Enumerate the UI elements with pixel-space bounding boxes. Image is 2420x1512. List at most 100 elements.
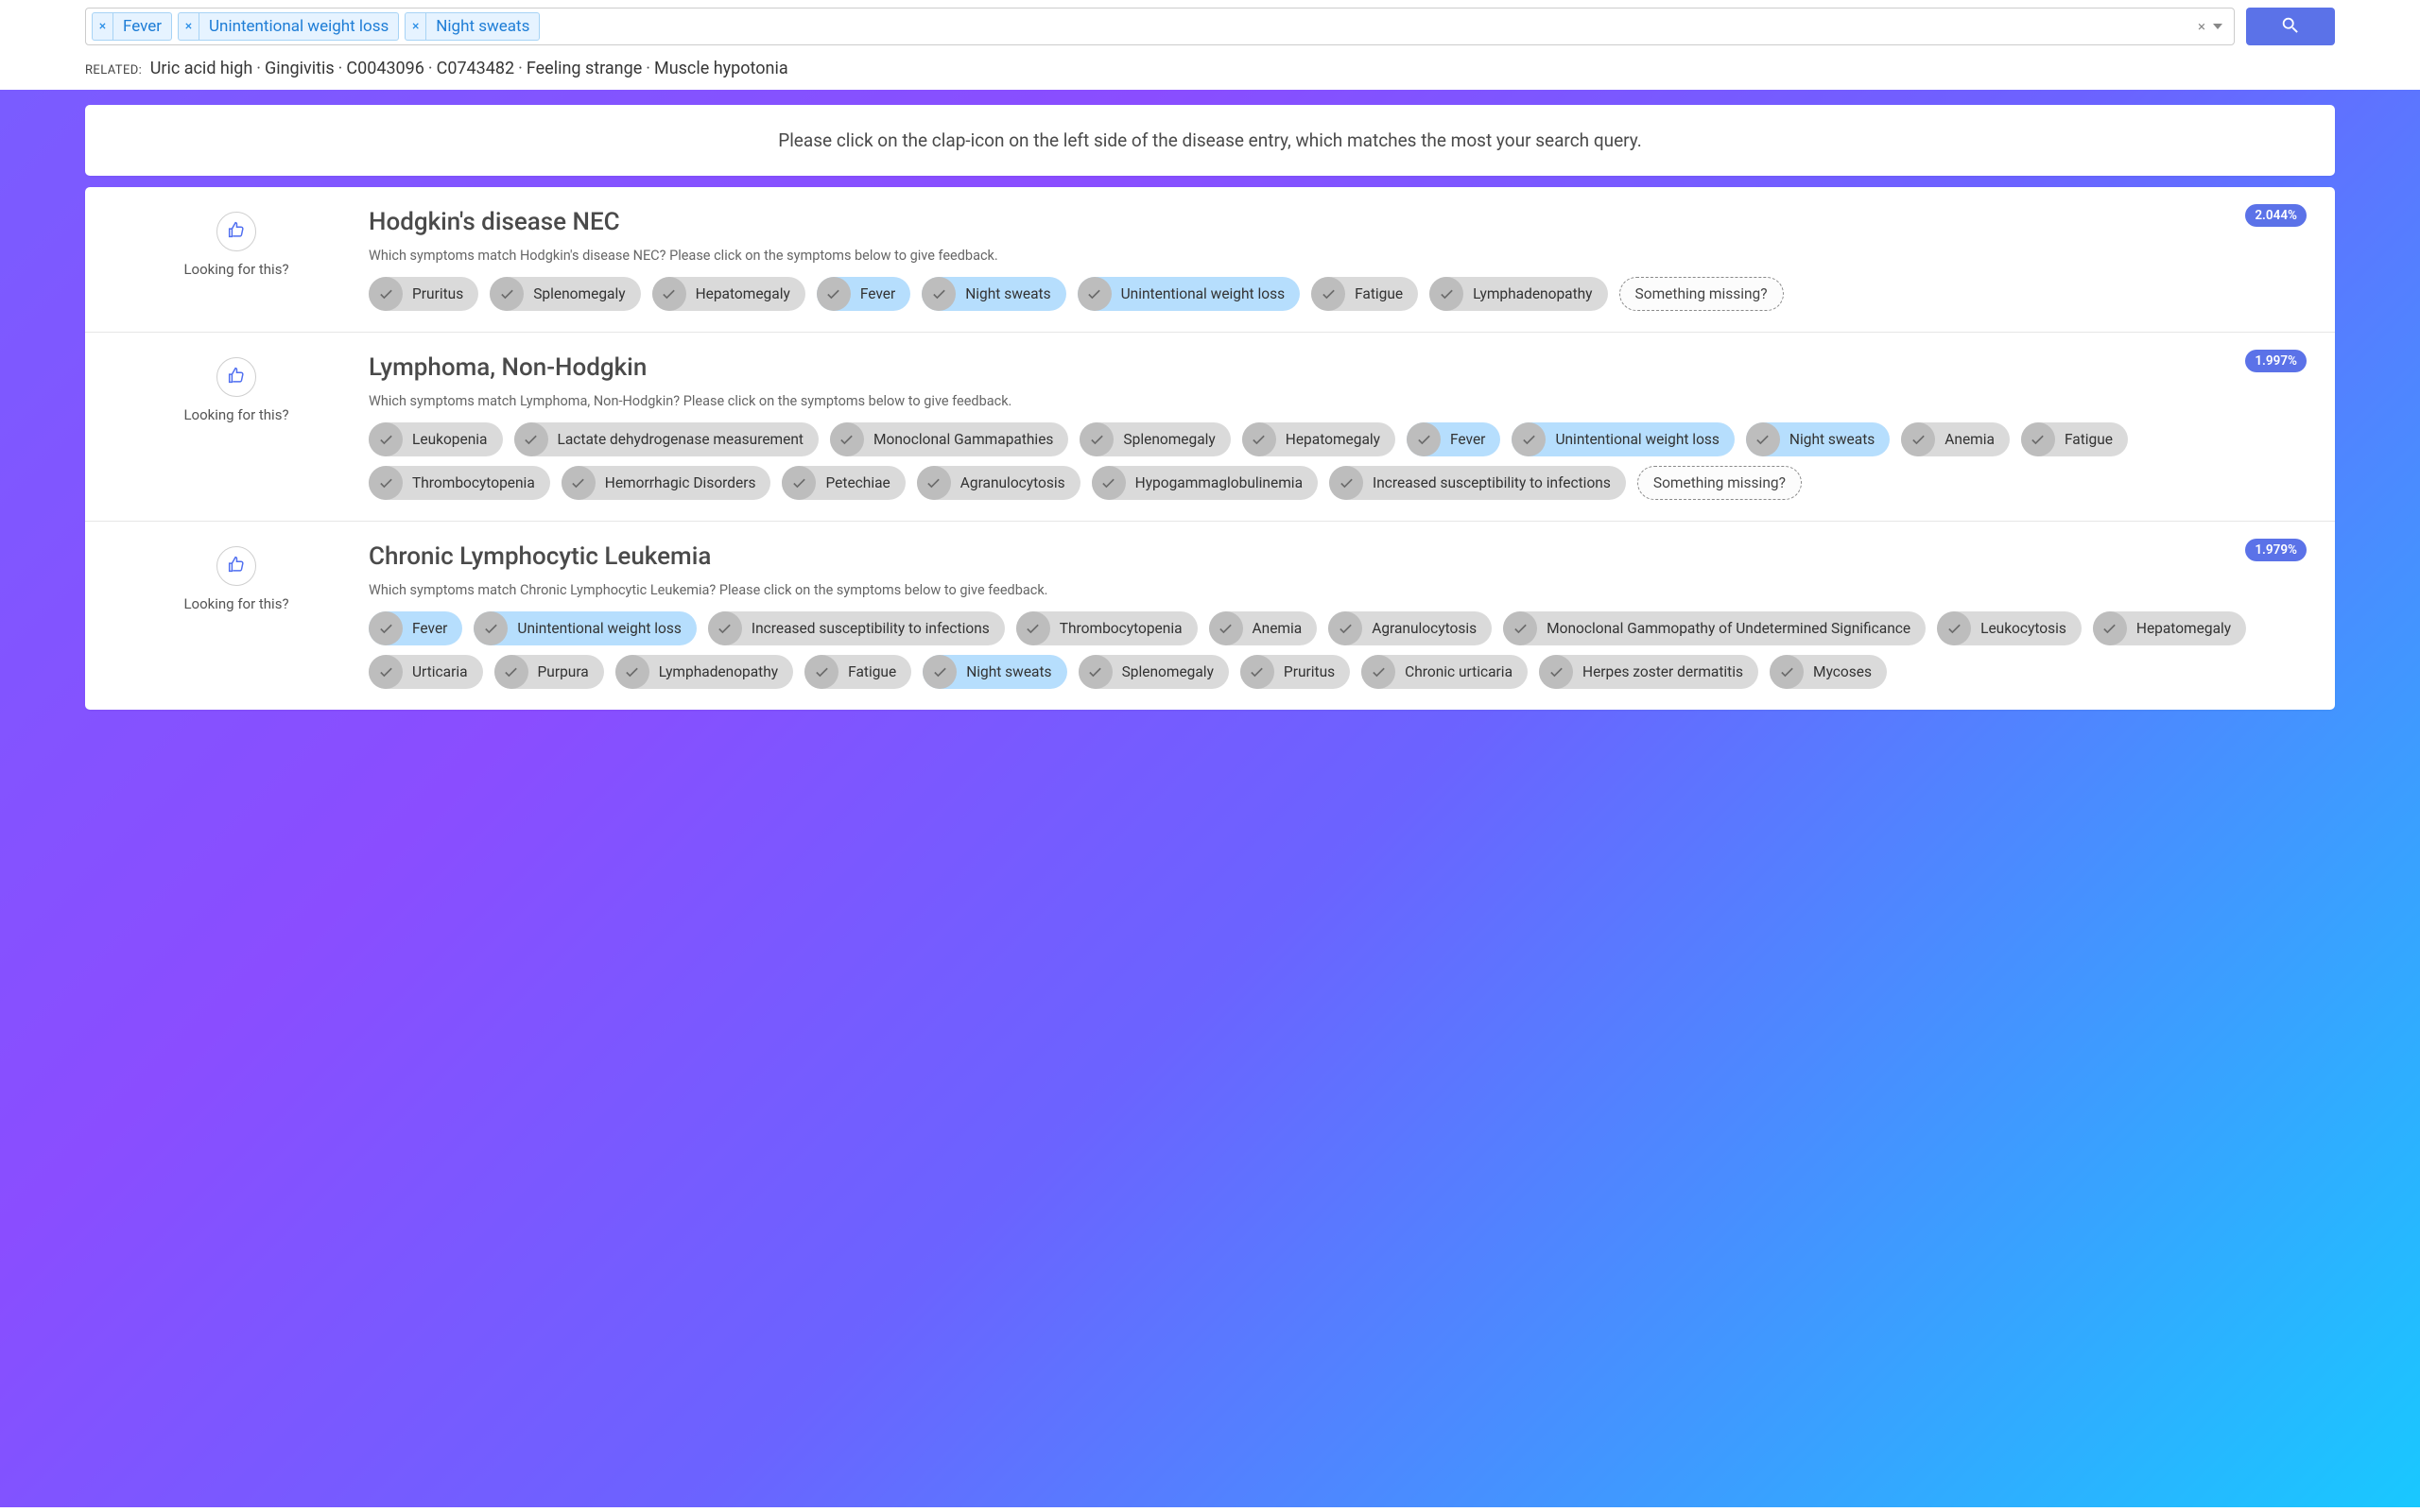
something-missing-button[interactable]: Something missing? — [1637, 466, 1802, 500]
symptom-pill[interactable]: Thrombocytopenia — [1016, 611, 1198, 645]
symptom-label: Purpura — [538, 663, 589, 680]
symptom-pill[interactable]: Fever — [1407, 422, 1500, 456]
symptom-pill[interactable]: Unintentional weight loss — [474, 611, 696, 645]
symptom-pill[interactable]: Fatigue — [1311, 277, 1418, 311]
symptom-pill[interactable]: Lactate dehydrogenase measurement — [514, 422, 819, 456]
clap-button[interactable] — [216, 212, 256, 251]
symptom-label: Urticaria — [412, 663, 468, 680]
search-chip[interactable]: ×Night sweats — [405, 12, 540, 41]
symptom-pill[interactable]: Increased susceptibility to infections — [1329, 466, 1626, 500]
symptom-pill[interactable]: Lymphadenopathy — [1429, 277, 1607, 311]
related-item[interactable]: Uric acid high — [150, 59, 253, 78]
feedback-prompt: Which symptoms match Hodgkin's disease N… — [369, 248, 2307, 264]
check-icon — [369, 611, 403, 645]
symptom-pill[interactable]: Monoclonal Gammopathy of Undetermined Si… — [1503, 611, 1926, 645]
clap-button[interactable] — [216, 546, 256, 586]
related-item[interactable]: C0043096 — [346, 59, 424, 78]
symptom-pill[interactable]: Hypogammaglobulinemia — [1092, 466, 1318, 500]
clear-search-button[interactable]: × — [2198, 18, 2205, 35]
feedback-prompt: Which symptoms match Chronic Lymphocytic… — [369, 582, 2307, 598]
symptom-label: Unintentional weight loss — [1121, 285, 1285, 302]
check-icon — [1503, 611, 1537, 645]
symptom-pill[interactable]: Urticaria — [369, 655, 483, 689]
symptom-pill[interactable]: Petechiae — [782, 466, 905, 500]
symptom-pill[interactable]: Night sweats — [923, 655, 1066, 689]
symptom-pill[interactable]: Fatigue — [804, 655, 911, 689]
symptom-pill[interactable]: Fatigue — [2021, 422, 2128, 456]
symptom-pill[interactable]: Night sweats — [922, 277, 1065, 311]
symptom-pill[interactable]: Fever — [817, 277, 910, 311]
check-icon — [782, 466, 816, 500]
symptom-pill[interactable]: Mycoses — [1770, 655, 1887, 689]
related-item[interactable]: Feeling strange — [527, 59, 642, 78]
check-icon — [1311, 277, 1345, 311]
symptom-label: Leukopenia — [412, 431, 488, 448]
symptom-pill[interactable]: Monoclonal Gammapathies — [830, 422, 1068, 456]
clap-button[interactable] — [216, 357, 256, 397]
symptom-pill[interactable]: Lymphadenopathy — [615, 655, 793, 689]
symptom-pill[interactable]: Hemorrhagic Disorders — [562, 466, 771, 500]
symptom-pill[interactable]: Anemia — [1901, 422, 2010, 456]
search-dropdown-toggle[interactable] — [2213, 24, 2222, 29]
check-icon — [1770, 655, 1804, 689]
symptom-pill[interactable]: Splenomegaly — [1080, 422, 1230, 456]
symptom-pill[interactable]: Splenomegaly — [490, 277, 640, 311]
symptom-pill[interactable]: Night sweats — [1746, 422, 1890, 456]
symptom-pill[interactable]: Splenomegaly — [1079, 655, 1229, 689]
match-percent-badge: 1.997% — [2245, 350, 2307, 372]
search-input-container[interactable]: ×Fever×Unintentional weight loss×Night s… — [85, 8, 2235, 45]
symptom-label: Night sweats — [1789, 431, 1875, 448]
search-chip[interactable]: ×Fever — [92, 12, 172, 41]
symptom-pill[interactable]: Anemia — [1209, 611, 1318, 645]
symptom-pill[interactable]: Hepatomegaly — [652, 277, 805, 311]
symptom-pill[interactable]: Hepatomegaly — [1242, 422, 1395, 456]
clap-icon — [226, 365, 247, 389]
chip-remove-icon[interactable]: × — [93, 13, 113, 40]
chip-remove-icon[interactable]: × — [179, 13, 199, 40]
symptom-label: Monoclonal Gammopathy of Undetermined Si… — [1547, 620, 1910, 637]
search-chip[interactable]: ×Unintentional weight loss — [178, 12, 399, 41]
check-icon — [917, 466, 951, 500]
symptom-list: Pruritus Splenomegaly Hepatomegaly Fever Nig… — [369, 277, 2307, 311]
symptom-pill[interactable]: Unintentional weight loss — [1512, 422, 1734, 456]
symptom-pill[interactable]: Agranulocytosis — [1328, 611, 1492, 645]
check-icon — [490, 277, 524, 311]
symptom-label: Hepatomegaly — [1286, 431, 1380, 448]
check-icon — [1328, 611, 1362, 645]
symptom-pill[interactable]: Hepatomegaly — [2093, 611, 2246, 645]
disease-title: Lymphoma, Non-Hodgkin — [369, 353, 2307, 382]
related-item[interactable]: Gingivitis — [265, 59, 335, 78]
check-icon — [923, 655, 957, 689]
symptom-label: Fever — [1450, 431, 1485, 448]
symptom-pill[interactable]: Fever — [369, 611, 462, 645]
symptom-pill[interactable]: Pruritus — [1240, 655, 1350, 689]
symptom-label: Pruritus — [1284, 663, 1335, 680]
symptom-label: Hepatomegaly — [2136, 620, 2231, 637]
symptom-pill[interactable]: Leukopenia — [369, 422, 503, 456]
symptom-pill[interactable]: Thrombocytopenia — [369, 466, 550, 500]
symptom-pill[interactable]: Unintentional weight loss — [1078, 277, 1300, 311]
symptom-pill[interactable]: Leukocytosis — [1937, 611, 2082, 645]
search-button[interactable] — [2246, 8, 2335, 45]
symptom-label: Fatigue — [848, 663, 896, 680]
disease-title: Chronic Lymphocytic Leukemia — [369, 542, 2307, 571]
clap-label: Looking for this? — [183, 406, 288, 423]
something-missing-button[interactable]: Something missing? — [1619, 277, 1784, 311]
check-icon — [817, 277, 851, 311]
symptom-pill[interactable]: Agranulocytosis — [917, 466, 1080, 500]
symptom-pill[interactable]: Pruritus — [369, 277, 478, 311]
check-icon — [1092, 466, 1126, 500]
symptom-label: Anemia — [1253, 620, 1303, 637]
related-item[interactable]: Muscle hypotonia — [654, 59, 788, 78]
chip-label: Night sweats — [426, 13, 539, 40]
symptom-pill[interactable]: Purpura — [494, 655, 604, 689]
check-icon — [369, 466, 403, 500]
chip-remove-icon[interactable]: × — [406, 13, 426, 40]
symptom-label: Anemia — [1945, 431, 1995, 448]
symptom-pill[interactable]: Herpes zoster dermatitis — [1539, 655, 1758, 689]
symptom-pill[interactable]: Chronic urticaria — [1361, 655, 1528, 689]
check-icon — [1078, 277, 1112, 311]
related-item[interactable]: C0743482 — [437, 59, 515, 78]
symptom-pill[interactable]: Increased susceptibility to infections — [708, 611, 1005, 645]
check-icon — [369, 655, 403, 689]
